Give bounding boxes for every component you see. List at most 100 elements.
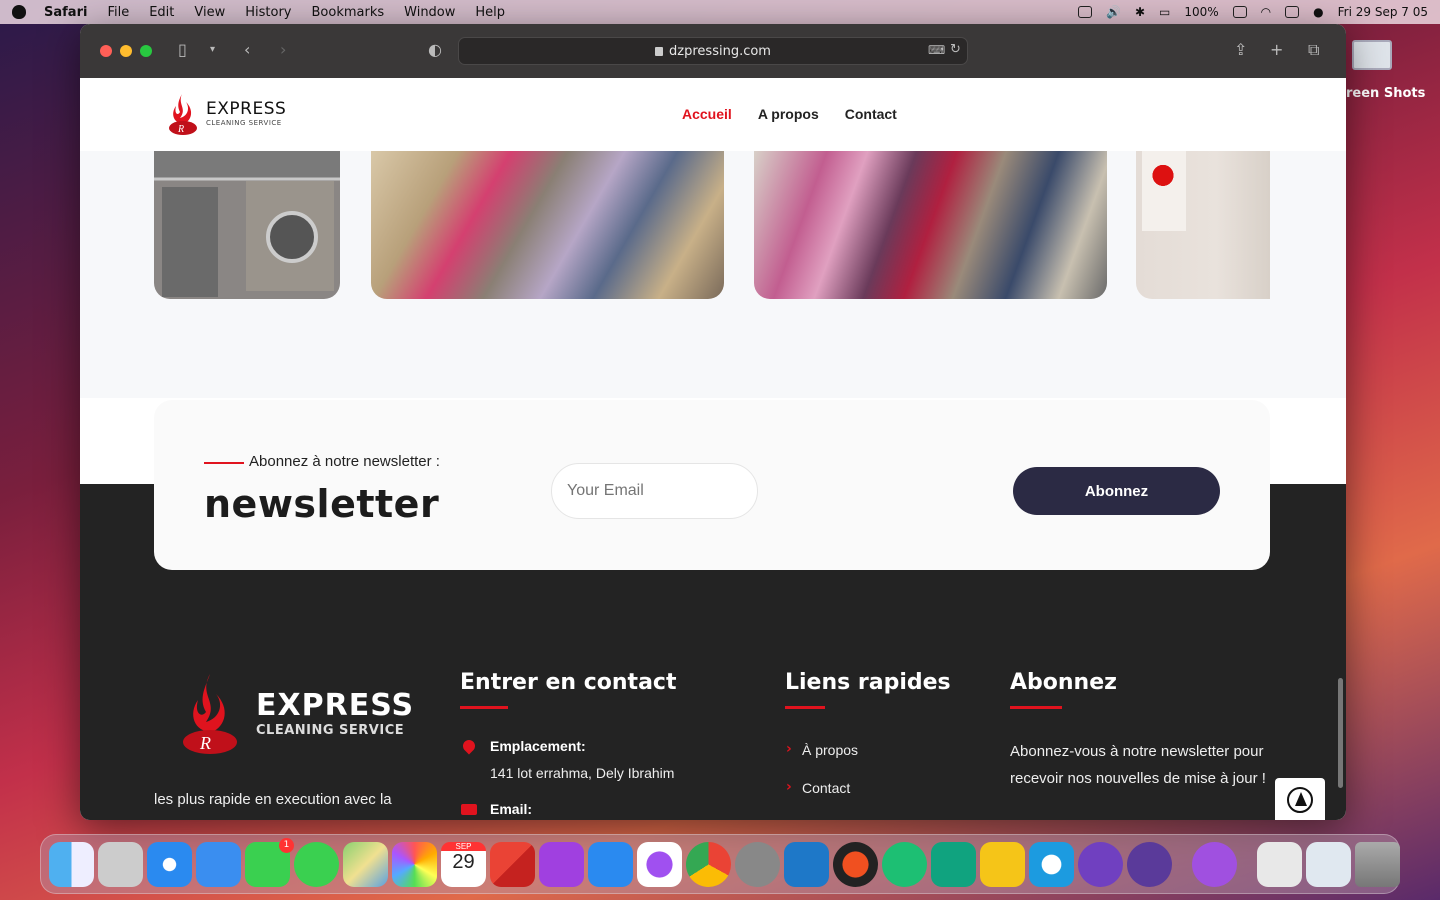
mail-icon[interactable] (196, 841, 241, 887)
gallery-photo-label[interactable] (1136, 151, 1270, 299)
zoom-window-button[interactable] (140, 45, 152, 57)
subscribe-column-title: Abonnez (1010, 670, 1117, 695)
menubar-status-area: 🔊 ✱ ▭ 100% ◠ ● Fri 29 Sep 7 05 (1078, 0, 1428, 24)
menu-bookmarks[interactable]: Bookmarks (312, 5, 385, 20)
location-label: Emplacement: (490, 738, 586, 754)
share-icon[interactable]: ⇪ (1234, 40, 1247, 59)
facetime-badge: 1 (279, 837, 294, 853)
envelope-icon (461, 804, 477, 815)
menu-edit[interactable]: Edit (149, 5, 174, 20)
recorder-icon[interactable] (833, 841, 878, 887)
app-store-icon[interactable] (588, 841, 633, 887)
chatgpt-icon[interactable] (931, 841, 976, 887)
recent-document-icon[interactable] (1257, 841, 1302, 887)
facetime-icon[interactable]: 1 (245, 837, 294, 887)
tab-overview-icon[interactable]: ⧉ (1308, 40, 1319, 60)
gmail-icon[interactable] (490, 841, 535, 887)
safari-icon[interactable] (147, 841, 192, 887)
volume-icon[interactable]: 🔊 (1106, 5, 1121, 19)
new-tab-icon[interactable]: + (1270, 40, 1283, 59)
page-scrollbar[interactable] (1338, 678, 1343, 788)
flame-logo-icon: R (169, 92, 197, 135)
macos-dock: 1 SEP 29 (40, 834, 1400, 894)
contact-title-bar (460, 706, 508, 709)
screenshots-folder-icon[interactable] (1352, 40, 1392, 70)
menubar-clock[interactable]: Fri 29 Sep 7 05 (1338, 5, 1428, 19)
user-icon[interactable] (1078, 6, 1092, 18)
messenger-icon[interactable] (637, 841, 682, 887)
menu-history[interactable]: History (245, 5, 291, 20)
address-bar[interactable]: dzpressing.com (458, 37, 968, 65)
battery-icon[interactable] (1232, 6, 1247, 18)
reload-icon[interactable]: ↻ (950, 42, 961, 57)
email-label: Email: (490, 801, 533, 817)
newsletter-card: Abonnez à notre newsletter : newsletter … (154, 400, 1270, 570)
links-title-bar (785, 706, 825, 709)
chrome-icon[interactable] (686, 841, 731, 887)
maps-icon[interactable] (343, 841, 388, 887)
finder-icon[interactable] (49, 841, 94, 887)
footer-link-contact[interactable]: Contact (802, 780, 850, 796)
podcasts-icon[interactable] (539, 841, 584, 887)
apple-icon[interactable] (12, 5, 26, 19)
gallery-photo-carpets-2[interactable] (754, 151, 1107, 299)
footer-description: les plus rapide en execution avec la mei… (154, 791, 392, 820)
podcast-app-icon[interactable] (1078, 841, 1123, 887)
system-settings-icon[interactable] (735, 841, 780, 887)
menu-app-name[interactable]: Safari (44, 5, 87, 20)
site-footer: R EXPRESS CLEANING SERVICE les plus rapi… (80, 658, 1346, 820)
newsletter-email-input[interactable] (551, 463, 758, 519)
app-five-icon[interactable] (980, 841, 1025, 887)
messages-icon[interactable] (294, 841, 339, 887)
nav-a-propos[interactable]: A propos (758, 106, 819, 122)
gallery-photo-machines[interactable] (154, 151, 340, 299)
sidebar-toggle-icon[interactable]: ▯ (178, 40, 187, 59)
nav-accueil[interactable]: Accueil (682, 106, 732, 122)
recent-window-icon[interactable] (1306, 841, 1351, 887)
screenshots-folder-label[interactable]: reen Shots (1346, 86, 1425, 101)
footer-logo-title: EXPRESS (256, 688, 415, 723)
newsletter-subscribe-button[interactable]: Abonnez (1013, 467, 1220, 515)
contact-column-title: Entrer en contact (460, 670, 677, 695)
footer-link-a-propos[interactable]: À propos (802, 742, 858, 758)
app-circle-icon[interactable] (1029, 841, 1074, 887)
newsletter-kicker: Abonnez à notre newsletter : (249, 453, 440, 470)
privacy-shield-icon[interactable]: ◐ (428, 40, 442, 59)
control-center-icon[interactable] (1285, 6, 1300, 18)
site-header: R EXPRESS CLEANING SERVICE Accueil A pro… (80, 78, 1346, 151)
subscribe-text: Abonnez-vous à notre newsletter pour rec… (1010, 743, 1266, 787)
trash-icon[interactable] (1355, 841, 1400, 887)
macos-menubar: Safari File Edit View History Bookmarks … (0, 0, 1440, 24)
photos-icon[interactable] (392, 841, 437, 887)
main-nav: Accueil A propos Contact (682, 106, 897, 122)
vscode-icon[interactable] (784, 841, 829, 887)
floating-app-button[interactable] (1275, 778, 1325, 820)
bluetooth-icon[interactable]: ✱ (1135, 5, 1145, 19)
gallery-photo-carpets[interactable] (371, 151, 724, 299)
translate-icon[interactable]: ⌨ (928, 43, 945, 57)
p-app-icon[interactable] (1127, 841, 1172, 887)
calendar-icon[interactable]: SEP 29 (441, 841, 486, 887)
siri-icon[interactable]: ● (1313, 5, 1323, 19)
chevron-down-icon[interactable]: ▾ (210, 44, 215, 55)
nav-contact[interactable]: Contact (845, 106, 897, 122)
disk-utility-icon[interactable] (1192, 841, 1237, 887)
logo-subtitle: CLEANING SERVICE (206, 119, 282, 127)
menu-file[interactable]: File (107, 5, 129, 20)
battery-percent: 100% (1184, 5, 1219, 19)
flag-icon[interactable]: ▭ (1159, 5, 1170, 19)
fiverr-icon[interactable] (882, 841, 927, 887)
calendar-month: SEP (441, 841, 486, 851)
back-icon[interactable]: ‹ (244, 40, 250, 59)
menu-help[interactable]: Help (475, 5, 505, 20)
footer-logo[interactable]: R EXPRESS CLEANING SERVICE (180, 672, 414, 758)
menu-view[interactable]: View (194, 5, 225, 20)
location-pin-icon (460, 737, 478, 755)
forward-icon[interactable]: › (280, 40, 286, 59)
wifi-icon[interactable]: ◠ (1261, 5, 1271, 19)
minimize-window-button[interactable] (120, 45, 132, 57)
launchpad-icon[interactable] (98, 841, 143, 887)
close-window-button[interactable] (100, 45, 112, 57)
menu-window[interactable]: Window (404, 5, 455, 20)
site-logo[interactable]: R EXPRESS CLEANING SERVICE (166, 90, 286, 136)
